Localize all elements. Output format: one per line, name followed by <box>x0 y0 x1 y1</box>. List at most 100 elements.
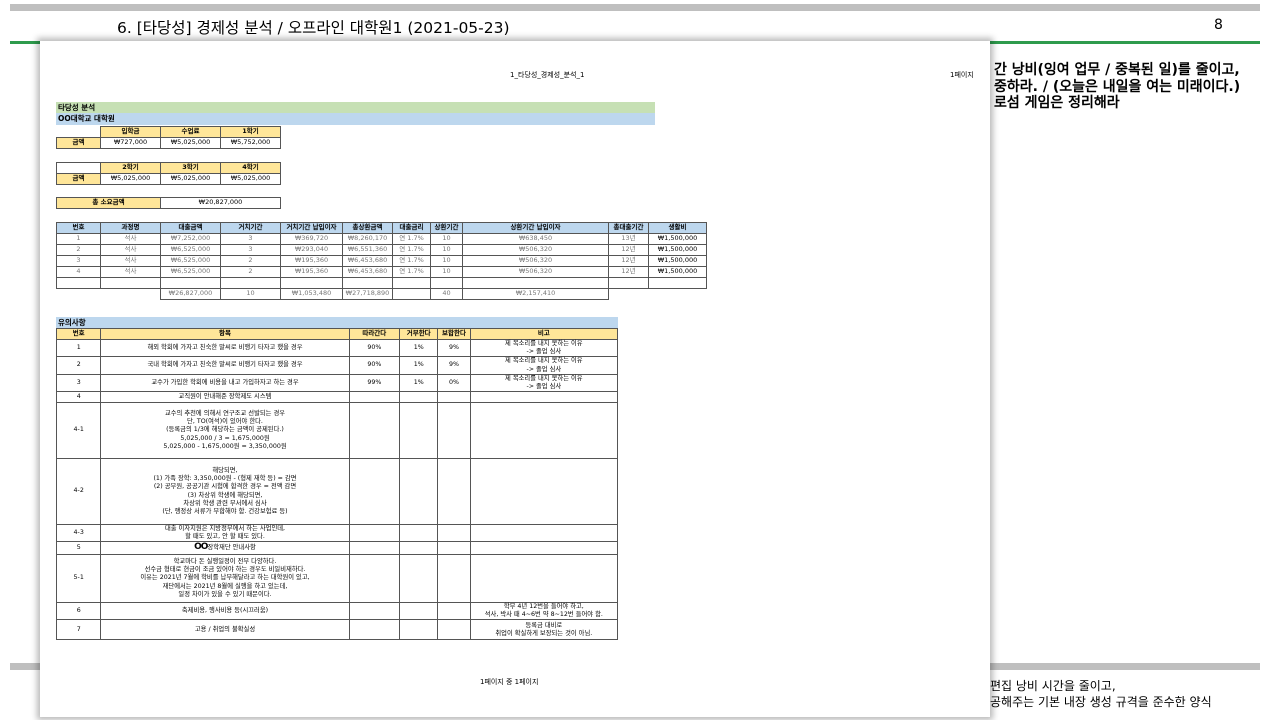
notes-cell-b <box>399 541 439 556</box>
notes-row: 4-1 교수의 추천에 의해서 연구조교 선발되는 경우 단, TO(여석)이 있… <box>55 402 619 460</box>
notes-cell-item: 고용 / 취업의 불확실성 <box>100 619 350 641</box>
loan-cell: 1 <box>56 233 101 245</box>
fee-header: 2학기 <box>100 162 161 174</box>
notes-row: 3 교수가 가입한 학회에 비용을 내고 가입하자고 하는 경우 99% 1% 0% 제 … <box>55 373 619 393</box>
loan-header: 거치기간 납입이자 <box>280 222 343 234</box>
loan-header: 상환기간 납입이자 <box>462 222 609 234</box>
notes-cell-b <box>399 458 439 526</box>
right-text-block: 간 낭비(잉여 업무 / 중복된 일)를 줄이고, 중하라. / (오늘은 내일… <box>994 62 1240 112</box>
notes-cell-item: 교수의 추천에 의해서 연구조교 선발되는 경우 단, TO(여석)이 있어야 … <box>100 402 350 460</box>
total-table: 총 소요금액 ₩20,827,000 <box>56 197 281 209</box>
loan-cell: 석사 <box>100 255 161 267</box>
loan-cell: 연 1.7% <box>392 233 431 245</box>
notes-cell-note <box>469 541 619 556</box>
notes-cell-item: 해외 학회에 가자고 친숙한 말씨로 비행기 타자고 했을 경우 <box>100 338 350 358</box>
fee-value: ₩5,025,000 <box>160 137 221 149</box>
notes-cell-no: 4-2 <box>55 458 102 526</box>
fee-value: ₩5,025,000 <box>100 173 161 185</box>
loan-cell: ₩506,320 <box>462 244 609 256</box>
slide-title: 6. [타당성] 경제성 분석 / 오프라인 대학원1 (2021-05-23) <box>117 19 510 37</box>
loan-cell: ₩369,720 <box>280 233 343 245</box>
loan-cell: ₩638,450 <box>462 233 609 245</box>
notes-cell-b <box>399 619 439 641</box>
notes-cell-note <box>469 524 619 543</box>
loan-empty-row <box>56 277 707 289</box>
loan-header: 총상환금액 <box>342 222 393 234</box>
notes-cell-item: 학교마다 돈 실행일정이 전부 다양하다. 선수금 형태로 현금이 조금 있어야… <box>100 554 350 604</box>
bottom-line: 편집 낭비 시간을 줄이고, <box>990 679 1116 693</box>
notes-row: 2 국내 학회에 가자고 친숙한 말씨로 비행기 타자고 했을 경우 90% 1% 9%… <box>55 356 619 375</box>
total-label: 총 소요금액 <box>56 197 161 209</box>
loan-total-cell: ₩1,053,480 <box>280 288 343 300</box>
loan-cell: ₩506,320 <box>462 266 609 278</box>
notes-cell-a <box>348 391 401 404</box>
notes-cell-b: 1% <box>399 338 439 358</box>
notes-cell-a: 90% <box>348 338 401 358</box>
loan-totals-row: ₩26,827,000 10 ₩1,053,480 ₩27,718,890 40… <box>57 288 707 300</box>
loan-cell: 2 <box>56 244 101 256</box>
notes-cell-c: 9% <box>437 338 471 358</box>
notes-cell-note: 제 목소리를 내지 못하는 이유 -> 졸업 심사 <box>469 373 619 393</box>
loan-cell: 2 <box>220 266 281 278</box>
loan-header: 총대출기간 <box>608 222 649 234</box>
notes-cell-note: 제 목소리를 내지 못하는 이유 -> 졸업 심사 <box>469 356 619 375</box>
notes-cell-note <box>469 391 619 404</box>
loan-cell: 12년 <box>608 255 649 267</box>
notes-cell-no: 7 <box>55 619 102 641</box>
sheet-header-right: 1페이지 <box>950 71 974 79</box>
notes-cell-a: 90% <box>348 356 401 375</box>
notes-cell-c <box>437 619 471 641</box>
loan-cell: 4 <box>56 266 101 278</box>
loan-row: 2 석사 ₩6,525,000 3 ₩293,040 ₩6,551,360 연 1.7% 10… <box>56 244 707 256</box>
notes-cell-note: 학부 4년 12번을 들어야 하고, 석사, 박사 때 4~6번 약 8~12번… <box>469 602 619 621</box>
loan-row: 3 석사 ₩6,525,000 2 ₩195,360 ₩6,453,680 연 1.7% 10… <box>56 255 707 267</box>
loan-row: 4 석사 ₩6,525,000 2 ₩195,360 ₩6,453,680 연 1.7% 10… <box>56 266 707 278</box>
notes-cell-no: 6 <box>55 602 102 621</box>
notes-cell-no: 5-1 <box>55 554 102 604</box>
fee-value: ₩727,000 <box>100 137 161 149</box>
glasses-icon: OO <box>194 542 208 553</box>
loan-header: 생활비 <box>648 222 707 234</box>
loan-total-cell: ₩2,157,410 <box>462 288 609 300</box>
loan-total-cell: 10 <box>220 288 281 300</box>
bottom-text-block: 편집 낭비 시간을 줄이고, 공해주는 기본 내장 생성 규격을 준수한 양식 <box>990 678 1212 710</box>
loan-cell: ₩506,320 <box>462 255 609 267</box>
band-title: 타당성 분석 <box>56 102 655 113</box>
notes-cell-c <box>437 541 471 556</box>
notes-cell-no: 1 <box>55 338 102 358</box>
loan-cell: 2 <box>220 255 281 267</box>
loan-total-cell: ₩26,827,000 <box>160 288 221 300</box>
notes-cell-c: 0% <box>437 373 471 393</box>
loan-cell: 3 <box>220 233 281 245</box>
notes-item-text: 장학재단 안내사항 <box>207 544 256 552</box>
notes-cell-item: 대출 이자지원은 지방정부에서 하는 사업인데, 할 때도 있고, 안 할 때도… <box>100 524 350 543</box>
loan-cell: ₩1,500,000 <box>648 266 707 278</box>
notes-row: 1 해외 학회에 가자고 친숙한 말씨로 비행기 타자고 했을 경우 90% 1% 9%… <box>55 338 619 358</box>
notes-cell-item: 교수가 가입한 학회에 비용을 내고 가입하자고 하는 경우 <box>100 373 350 393</box>
notes-cell-item: 국내 학회에 가자고 친숙한 말씨로 비행기 타자고 했을 경우 <box>100 356 350 375</box>
notes-cell-c: 9% <box>437 356 471 375</box>
notes-cell-note <box>469 402 619 460</box>
loan-cell: ₩1,500,000 <box>648 244 707 256</box>
slide-page-number: 8 <box>1214 17 1223 33</box>
notes-header: 거부한다 <box>399 328 439 340</box>
notes-header: 항목 <box>100 328 350 340</box>
notes-cell-c <box>437 602 471 621</box>
notes-cell-a <box>348 602 401 621</box>
notes-title: 유의사항 <box>56 317 618 328</box>
loan-cell: 3 <box>220 244 281 256</box>
loan-header: 대출금리 <box>392 222 431 234</box>
notes-cell-a <box>348 541 401 556</box>
loan-cell: 석사 <box>100 244 161 256</box>
loan-cell: ₩6,525,000 <box>160 255 221 267</box>
total-value: ₩20,827,000 <box>160 197 281 209</box>
loan-cell: ₩6,453,680 <box>342 255 393 267</box>
fee-header: 3학기 <box>160 162 221 174</box>
loan-cell: 10 <box>430 233 463 245</box>
notes-cell-a <box>348 524 401 543</box>
notes-cell-note <box>469 554 619 604</box>
print-preview-sheet: 1_타당성_경제성_분석_1 1페이지 타당성 분석 OO대학교 대학원 입학금… <box>40 41 990 717</box>
loan-cell: ₩6,453,680 <box>342 266 393 278</box>
notes-cell-no: 5 <box>55 541 102 556</box>
notes-cell-c <box>437 524 471 543</box>
